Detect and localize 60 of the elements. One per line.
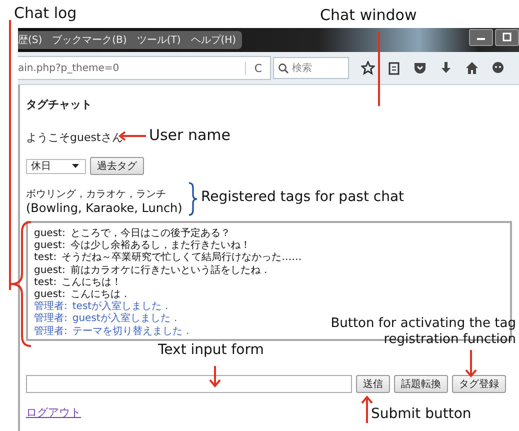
chat-speaker: test: (34, 276, 57, 290)
action-button[interactable]: 話題転換 (394, 375, 448, 393)
menu-item[interactable]: ツール(T) (136, 33, 181, 47)
annotation-label: Registered tags for past chat (201, 189, 404, 205)
chat-speaker: guest: (34, 264, 66, 277)
past-tag-button[interactable]: 過去タグ (90, 157, 144, 175)
tag-translation: (Bowling, Karaoke, Lunch) (26, 201, 182, 215)
chat-message: guestが入室しました． (72, 313, 180, 326)
action-button[interactable]: タグ登録 (452, 375, 506, 393)
maximize-button[interactable] (495, 28, 519, 46)
chat-speaker: guest: (34, 228, 66, 240)
chat-message: ところで，今日はこの後予定ある？ (70, 228, 230, 240)
arrow-drawing (361, 395, 373, 423)
chat-message: 前はカラオケに行きたいという話をしたね． (70, 264, 270, 277)
menu-item[interactable]: 歴(S) (18, 33, 42, 47)
chat-speaker: 管理者: (34, 301, 68, 312)
chat-speaker: guest: (34, 240, 66, 252)
search-icon (278, 62, 289, 74)
address-bar[interactable]: ain.php?p_theme=0 C (18, 56, 271, 80)
maximize-icon (502, 32, 512, 42)
home-icon[interactable] (465, 61, 479, 75)
annotation-label: Submit button (371, 406, 472, 422)
arrow-drawing (465, 350, 477, 378)
menu-item[interactable]: ブックマーク(B) (52, 33, 127, 47)
menu-item[interactable]: ヘルプ(H) (190, 33, 236, 47)
shield-icon[interactable] (413, 61, 427, 75)
clipboard-icon[interactable] (387, 61, 401, 75)
action-button[interactable]: 送信 (356, 375, 390, 393)
chat-speaker: guest: (34, 289, 66, 300)
chat-message: そうだね～卒業研究で忙しくて結局行けなかった…… (62, 252, 302, 264)
chat-speaker: 管理者: (34, 313, 68, 326)
caret-icon (72, 164, 79, 168)
welcome-text: ようこそguestさん (26, 130, 123, 145)
annotation-label: Text input form (158, 342, 264, 358)
annotation-label: User name (149, 126, 230, 144)
chat-message: こんにちは． (70, 289, 130, 300)
reload-button[interactable]: C (245, 62, 270, 74)
tag-list: ボウリング，カラオケ，ランチ (26, 187, 166, 201)
chat-message: こんにちは！ (62, 276, 122, 290)
brace-drawing (188, 182, 198, 216)
page-title: タグチャット (26, 97, 93, 112)
download-icon[interactable] (439, 61, 453, 75)
topic-dropdown[interactable]: 休日 (26, 158, 86, 174)
minimize-button[interactable] (469, 28, 493, 46)
chat-message: testが入室しました． (72, 301, 172, 312)
chat-speaker: test: (34, 252, 57, 265)
chat-icon[interactable] (491, 61, 505, 75)
chat-message: 今は少し余裕あるし，また行きたいね！ (70, 240, 250, 252)
logout-link[interactable]: ログアウト (26, 405, 81, 420)
message-input[interactable] (26, 375, 352, 393)
chat-message: テーマを切り替えました． (72, 326, 192, 338)
chat-speaker: 管理者: (34, 326, 68, 338)
annotation-label: Chat window (320, 6, 417, 24)
annotation-label: Button for activating the tag registration function (330, 316, 516, 348)
star-icon[interactable] (361, 61, 375, 75)
search-field[interactable]: 検索 (273, 57, 349, 79)
search-placeholder: 検索 (292, 62, 312, 75)
arrow-drawing (209, 366, 221, 388)
annotation-label: Chat log (14, 4, 77, 22)
address-text: ain.php?p_theme=0 (18, 62, 120, 74)
